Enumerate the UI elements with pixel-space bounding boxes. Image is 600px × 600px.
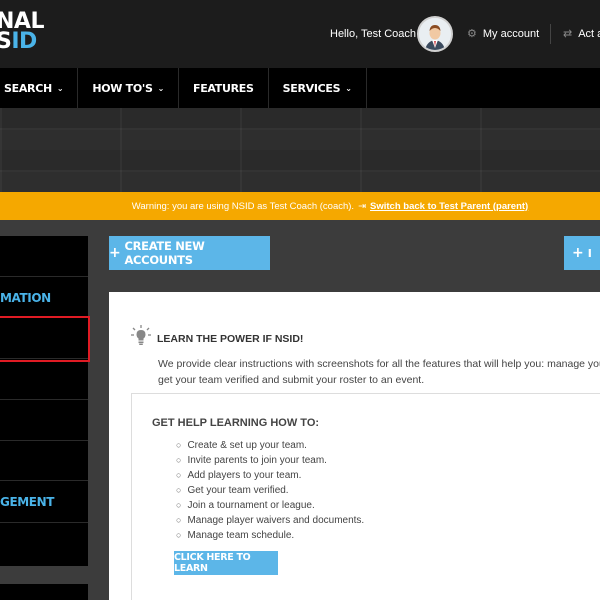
logo-line2-accent: ID: [11, 29, 37, 54]
act-as-link[interactable]: ⇄ Act a: [563, 27, 600, 41]
top-header: NAL SID Hello, Test Coach ⚙ My account ⇄…: [0, 0, 600, 68]
logo-line2-prefix: S: [0, 29, 12, 54]
create-new-accounts-label: CREATE NEW ACCOUNTS: [124, 239, 205, 267]
sidebar: MATION GEMENT: [0, 236, 88, 566]
bullet-circle-icon: ○: [176, 470, 182, 480]
sidebar-section-header-1[interactable]: MATION: [0, 277, 88, 317]
coach-avatar-icon: [419, 18, 451, 50]
header-divider: [550, 24, 551, 44]
switch-back-icon: ⇥: [358, 200, 367, 212]
bullet-circle-icon: ○: [176, 485, 182, 495]
nav-how-tos-label: HOW TO'S: [92, 81, 153, 95]
learn-title: LEARN THE POWER IF NSID!: [157, 333, 304, 345]
help-topic-label: Manage player waivers and documents.: [187, 515, 365, 526]
secondary-action-label: I: [587, 246, 592, 260]
chevron-down-icon: ⌄: [345, 83, 352, 93]
plus-icon: +: [109, 245, 121, 261]
chevron-down-icon: ⌄: [157, 83, 165, 93]
sidebar-item[interactable]: [0, 359, 88, 400]
secondary-action-button[interactable]: + I: [564, 236, 600, 270]
help-title: GET HELP LEARNING HOW TO:: [152, 417, 320, 429]
learn-description-line2: get your team verified and submit your r…: [158, 374, 425, 386]
nav-services[interactable]: SERVICES ⌄: [269, 68, 367, 108]
sidebar-section-header-2[interactable]: GEMENT: [0, 481, 88, 523]
user-greeting: Hello, Test Coach: [330, 28, 417, 40]
sidebar-item[interactable]: [0, 400, 88, 441]
learn-description-line1: We provide clear instructions with scree…: [158, 358, 600, 370]
impersonation-warning: Warning: you are using NSID as Test Coac…: [0, 192, 600, 220]
sidebar-item[interactable]: [0, 441, 88, 481]
bullet-circle-icon: ○: [176, 440, 182, 450]
site-logo[interactable]: NAL SID: [0, 11, 44, 54]
my-account-link[interactable]: ⚙ My account: [467, 27, 540, 41]
bullet-circle-icon: ○: [176, 530, 182, 540]
create-new-accounts-button[interactable]: + CREATE NEW ACCOUNTS: [109, 236, 270, 270]
plus-icon: +: [572, 245, 584, 261]
list-item: ○ Create & set up your team.: [176, 438, 364, 453]
help-topic-label: Invite parents to join your team.: [187, 455, 327, 466]
nav-features[interactable]: FEATURES: [179, 68, 269, 108]
list-item: ○ Get your team verified.: [176, 483, 364, 498]
nav-search[interactable]: SEARCH ⌄: [0, 68, 79, 108]
my-account-label: My account: [482, 27, 540, 40]
nav-search-label: SEARCH: [4, 81, 52, 95]
avatar[interactable]: [417, 16, 453, 52]
lightbulb-icon: [131, 325, 151, 345]
bullet-circle-icon: ○: [176, 515, 182, 525]
list-item: ○ Join a tournament or league.: [176, 498, 364, 513]
gear-icon: ⚙: [467, 28, 477, 40]
act-as-label: Act a: [578, 27, 600, 40]
chevron-down-icon: ⌄: [56, 83, 64, 93]
switch-arrows-icon: ⇄: [563, 28, 573, 40]
sidebar-item[interactable]: [0, 523, 88, 566]
learn-description: We provide clear instructions with scree…: [158, 356, 600, 388]
help-topic-label: Add players to your team.: [187, 470, 302, 481]
help-topic-label: Join a tournament or league.: [187, 500, 315, 511]
nav-how-tos[interactable]: HOW TO'S ⌄: [78, 68, 179, 108]
list-item: ○ Invite parents to join your team.: [176, 453, 364, 468]
bullet-circle-icon: ○: [176, 500, 182, 510]
bullet-circle-icon: ○: [176, 455, 182, 465]
help-topic-list: ○ Create & set up your team. ○ Invite pare…: [176, 438, 364, 543]
warning-text: Warning: you are using NSID as Test Coac…: [131, 200, 355, 212]
list-item: ○ Add players to your team.: [176, 468, 364, 483]
sidebar-heading-2: GEMENT: [0, 495, 55, 509]
list-item: ○ Manage player waivers and documents.: [176, 513, 364, 528]
main-nav: SEARCH ⌄ HOW TO'S ⌄ FEATURES SERVICES ⌄: [0, 68, 600, 108]
help-topic-label: Create & set up your team.: [187, 440, 307, 451]
help-topic-label: Manage team schedule.: [187, 530, 295, 541]
list-item: ○ Manage team schedule.: [176, 528, 364, 543]
hero-banner: [0, 108, 600, 192]
click-here-to-learn-button[interactable]: CLICK HERE TO LEARN: [174, 551, 278, 575]
nav-features-label: FEATURES: [192, 81, 254, 95]
switch-back-link[interactable]: Switch back to Test Parent (parent): [370, 201, 528, 212]
sidebar-item[interactable]: [0, 236, 88, 277]
sidebar-selection-highlight: [0, 316, 90, 362]
nav-services-label: SERVICES: [282, 81, 341, 95]
help-topic-label: Get your team verified.: [187, 485, 289, 496]
sidebar-lower-block: [0, 584, 88, 600]
sidebar-heading-1: MATION: [0, 291, 51, 305]
